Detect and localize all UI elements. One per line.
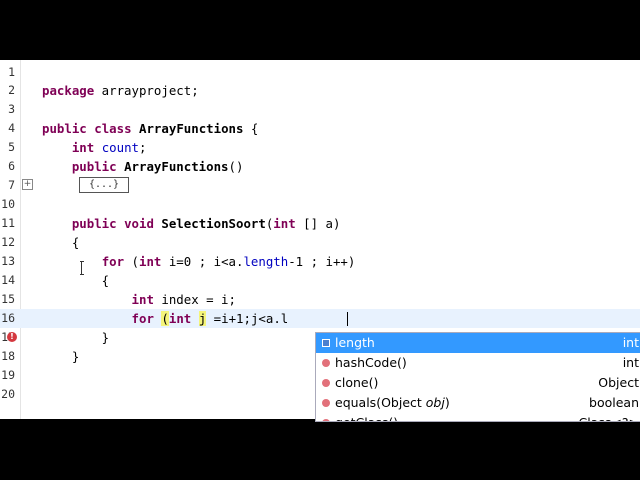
param-name: obj bbox=[425, 395, 445, 410]
code-line[interactable]: 4 public class ArrayFunctions { bbox=[0, 119, 640, 138]
autocomplete-item[interactable]: length int bbox=[316, 333, 640, 353]
current-code-line[interactable]: 16 for (int j =i+1;j<a.l bbox=[0, 309, 640, 328]
autocomplete-item-type: Class<?> bbox=[579, 413, 639, 421]
line-number: 4 bbox=[8, 121, 15, 135]
autocomplete-item-name: equals(Object obj) bbox=[335, 395, 450, 410]
line-number: 6 bbox=[8, 159, 15, 173]
code-line[interactable]: 5 int count; bbox=[0, 138, 640, 157]
line-number: 15 bbox=[1, 292, 15, 306]
autocomplete-item-name: hashCode() bbox=[335, 355, 407, 370]
code-line[interactable]: 13 for (int i=0 ; i<a.length-1 ; i++) bbox=[0, 252, 640, 271]
code-line[interactable]: 1 bbox=[0, 63, 640, 82]
method-icon bbox=[322, 419, 330, 421]
code-line[interactable]: 14 { bbox=[0, 271, 640, 290]
code-text: } bbox=[42, 349, 80, 364]
code-line[interactable]: 10 bbox=[0, 195, 640, 214]
param-type: Object bbox=[381, 395, 422, 410]
autocomplete-item[interactable]: equals(Object obj) boolean bbox=[316, 393, 640, 413]
autocomplete-item-type: int bbox=[622, 355, 639, 370]
autocomplete-item-name: clone() bbox=[335, 375, 379, 390]
line-number: 14 bbox=[1, 273, 15, 287]
method-icon bbox=[322, 359, 330, 367]
line-number: 5 bbox=[8, 140, 15, 154]
code-line[interactable]: 15 int index = i; bbox=[0, 290, 640, 309]
expand-fold-icon[interactable]: + bbox=[22, 179, 33, 190]
code-line[interactable]: 7 + {...} bbox=[0, 176, 640, 195]
line-number: 16 bbox=[1, 311, 15, 325]
line-number: 11 bbox=[1, 216, 15, 230]
field-declaration: int count; bbox=[71, 140, 147, 155]
autocomplete-item-name: length bbox=[335, 335, 375, 350]
code-line[interactable]: 3 bbox=[0, 100, 640, 119]
autocomplete-popup[interactable]: length int hashCode() int clone() Object… bbox=[315, 332, 640, 422]
code-text: { bbox=[42, 273, 110, 288]
line-number: 19 bbox=[1, 368, 15, 382]
code-line[interactable]: 12 { bbox=[0, 233, 640, 252]
method-icon bbox=[322, 399, 330, 407]
constructor-declaration: public ArrayFunctions() bbox=[71, 159, 244, 174]
text-caret bbox=[347, 312, 348, 326]
code-text: { bbox=[42, 235, 80, 250]
field-icon bbox=[322, 339, 330, 347]
line-number: 18 bbox=[1, 349, 15, 363]
autocomplete-item[interactable]: getClass() Class<?> bbox=[316, 413, 640, 421]
class-declaration: public class ArrayFunctions { bbox=[42, 121, 259, 136]
line-number: 13 bbox=[1, 254, 15, 268]
for-loop-inner: for (int j =i+1;j<a.l bbox=[131, 311, 289, 326]
autocomplete-item[interactable]: hashCode() int bbox=[316, 353, 640, 373]
method-declaration: public void SelectionSoort(int [] a) bbox=[71, 216, 341, 231]
line-number: 10 bbox=[1, 197, 15, 211]
line-number: 7 bbox=[8, 178, 15, 192]
code-line[interactable]: 11 public void SelectionSoort(int [] a) bbox=[0, 214, 640, 233]
package-statement: package arrayproject; bbox=[42, 83, 199, 98]
index-declaration: int index = i; bbox=[131, 292, 236, 307]
autocomplete-item-type: Object bbox=[598, 375, 639, 390]
line-number: 20 bbox=[1, 387, 15, 401]
line-number: 1 bbox=[8, 65, 15, 79]
autocomplete-item[interactable]: clone() Object bbox=[316, 373, 640, 393]
code-line[interactable]: 6 public ArrayFunctions() bbox=[0, 157, 640, 176]
error-icon[interactable]: ! bbox=[7, 332, 17, 342]
folded-code-block[interactable]: {...} bbox=[79, 177, 129, 193]
line-number: 12 bbox=[1, 235, 15, 249]
for-loop-outer: for (int i=0 ; i<a.length-1 ; i++) bbox=[101, 254, 356, 269]
autocomplete-item-type: int bbox=[622, 335, 639, 350]
autocomplete-item-name: getClass() bbox=[335, 413, 398, 421]
code-line[interactable]: 2 package arrayproject; bbox=[0, 81, 640, 100]
line-number: 3 bbox=[8, 102, 15, 116]
line-number: 2 bbox=[8, 83, 15, 97]
method-icon bbox=[322, 379, 330, 387]
autocomplete-item-type: boolean bbox=[589, 395, 639, 410]
code-text: } bbox=[42, 330, 110, 345]
